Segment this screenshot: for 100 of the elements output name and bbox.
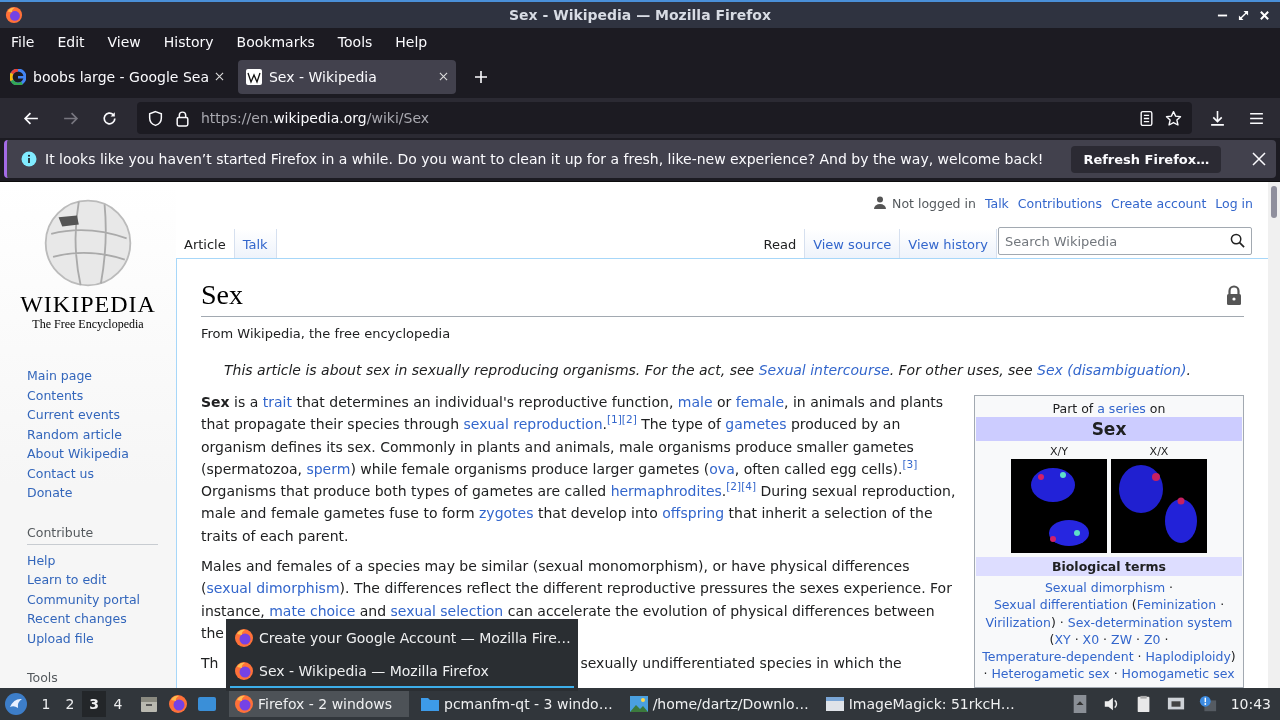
sidebar-link[interactable]: Donate <box>27 483 73 503</box>
lock-icon[interactable] <box>174 109 191 127</box>
taskbar-button[interactable]: pcmanfm-qt - 3 windo… <box>415 691 618 717</box>
infobox-title: Sex <box>976 417 1242 441</box>
firefox-icon <box>234 627 254 648</box>
address-bar[interactable]: https://en.wikipedia.org/wiki/Sex <box>137 102 1192 134</box>
bookmark-star-icon[interactable] <box>1165 109 1182 127</box>
lock-icon <box>1226 285 1242 305</box>
article-paragraph: Sex is a trait that determines an individual's reproductive function, male or female, in animals and plants that propagate their species through sexual reproduction.$^{[1]}$$^{[2]}$ The type of gametes produced by an organism defines its sex. Commonly in plants and animals, male organisms produce smaller gametes (spermatozoa, sperm) while female organisms produce larger gametes (ova, often called egg cells).$^{[3]}$ Organisms that produce both types of gametes are called hermaphrodites.$^{[2]}$$^{[4]}$ During sexual reproduction, male and female gametes fuse to form zygotes that develop into offspring that inherit a selection of the traits of each parent. <box>201 393 957 546</box>
sidebar-link[interactable]: Upload file <box>27 628 94 648</box>
infobox-link[interactable]: Sexual dimorphism <box>1044 580 1166 595</box>
article-link[interactable]: offspring <box>662 505 725 522</box>
article-link[interactable]: sexual selection <box>390 602 504 619</box>
firefox-icon <box>234 660 254 681</box>
menu-item[interactable]: Help <box>387 31 436 52</box>
article-link[interactable]: male <box>677 394 713 410</box>
page-tab[interactable]: Talk <box>234 229 277 259</box>
taskbar-button[interactable]: Firefox - 2 windows <box>229 691 409 717</box>
window-list-item[interactable]: Sex - Wikipedia — Mozilla Firefox <box>230 655 574 688</box>
workspace-button[interactable]: 1 <box>34 691 58 717</box>
browser-tab[interactable]: Sex - Wikipedia <box>238 59 456 94</box>
infobox-link[interactable]: Sex-determination system <box>1067 614 1233 630</box>
menu-item[interactable]: Tools <box>329 31 381 52</box>
taskbar-button[interactable]: /home/dartz/Downlo… <box>623 691 814 717</box>
article-link[interactable]: Sexual intercourse <box>758 362 890 378</box>
workspace-button[interactable]: 4 <box>106 691 130 717</box>
start-menu-icon[interactable] <box>4 692 28 716</box>
menu-item[interactable]: View <box>99 31 149 52</box>
article-link[interactable]: Sex (disambiguation) <box>1037 362 1187 378</box>
refresh-firefox-button[interactable]: Refresh Firefox… <box>1071 145 1222 173</box>
sidebar-link[interactable]: Community portal <box>27 589 141 609</box>
infobox-link[interactable]: Temperature-dependent <box>982 649 1134 665</box>
article-link[interactable]: mate choice <box>269 602 356 619</box>
sidebar-link[interactable]: About Wikipedia <box>27 444 129 464</box>
maximize-icon[interactable] <box>1238 9 1249 21</box>
infobox-link[interactable]: Sexual differentiation <box>993 597 1128 613</box>
sidebar-link[interactable]: Help <box>27 550 56 570</box>
firefox-icon <box>5 6 23 24</box>
article-link[interactable]: zygotes <box>479 505 534 522</box>
scrollbar-thumb[interactable] <box>1271 186 1277 218</box>
sidebar-link[interactable]: Current events <box>27 405 121 425</box>
user-link[interactable]: Create account <box>1111 195 1207 211</box>
infobox-link[interactable]: ZW <box>1111 631 1132 647</box>
new-tab-icon[interactable] <box>474 69 488 84</box>
infobox-link[interactable]: Feminization <box>1136 597 1217 613</box>
sidebar-link[interactable]: Learn to edit <box>27 570 107 590</box>
user-link[interactable]: Log in <box>1215 195 1253 211</box>
user-link[interactable]: Talk <box>984 195 1009 211</box>
reference-link[interactable]: [2] <box>726 480 742 493</box>
reference-link[interactable]: [2] <box>621 413 637 426</box>
workspace-button[interactable]: 2 <box>58 691 82 717</box>
reference-link[interactable]: [3] <box>902 458 918 471</box>
article-link[interactable]: ova <box>709 460 735 477</box>
shield-icon[interactable] <box>147 109 164 127</box>
menu-item[interactable]: Edit <box>49 31 93 52</box>
sidebar-link[interactable]: Recent changes <box>27 609 127 629</box>
search-icon[interactable] <box>1230 233 1245 248</box>
reference-link[interactable]: [4] <box>741 480 756 493</box>
menu-item[interactable]: File <box>3 31 43 52</box>
taskbar-button[interactable]: ImageMagick: 51rkcH… <box>819 691 1020 717</box>
sidebar-link[interactable]: Random article <box>27 424 122 444</box>
info-icon <box>21 151 37 167</box>
sidebar-link[interactable]: Contact us <box>27 463 95 483</box>
infobox-link[interactable]: Heterogametic sex <box>991 666 1110 682</box>
infobox-link[interactable]: a series <box>1097 401 1146 416</box>
article-link[interactable]: gametes <box>725 416 787 433</box>
article-link[interactable]: sexual reproduction <box>463 416 603 433</box>
workspace-button[interactable]: 3 <box>82 691 106 717</box>
infobox-link[interactable]: X0 <box>1082 631 1100 647</box>
article-link[interactable]: female <box>735 394 785 410</box>
firefox-icon[interactable] <box>168 694 188 714</box>
window-list-item[interactable]: Create your Google Account — Mozilla Fire… <box>230 622 574 655</box>
sidebar-link[interactable]: Contents <box>27 385 84 405</box>
search-field[interactable]: Search Wikipedia <box>998 227 1252 255</box>
article-link[interactable]: trait <box>262 394 292 410</box>
browser-tab[interactable]: boobs large - Google Sea <box>2 59 232 94</box>
menu-item[interactable]: History <box>155 31 222 52</box>
notification-icon[interactable] <box>1198 695 1217 713</box>
article-tagline: From Wikipedia, the free encyclopedia <box>201 326 452 341</box>
view-tab[interactable]: View source <box>805 229 901 259</box>
infobox-link[interactable]: Haplodiploidy <box>1145 649 1231 665</box>
infobox-link[interactable]: XY <box>1054 631 1071 647</box>
article-link[interactable]: sperm <box>306 460 351 477</box>
reader-view-icon[interactable] <box>1138 109 1155 127</box>
infobox-link[interactable]: Z0 <box>1143 631 1161 647</box>
image-icon <box>628 694 649 714</box>
sidebar-link[interactable]: Main page <box>27 366 93 386</box>
image-caption: X/Y <box>1050 445 1068 459</box>
view-tab[interactable]: View history <box>900 229 997 259</box>
window-icon[interactable] <box>197 694 217 714</box>
file-cabinet-icon[interactable] <box>139 694 159 714</box>
reference-link[interactable]: [1] <box>607 413 622 426</box>
article-link[interactable]: sexual dimorphism <box>206 580 340 597</box>
menu-item[interactable]: Bookmarks <box>228 31 323 52</box>
infobox-link[interactable]: Homogametic sex <box>1121 666 1235 682</box>
article-link[interactable]: hermaphrodites <box>610 483 722 500</box>
infobox-link[interactable]: Virilization <box>985 614 1051 630</box>
user-link[interactable]: Contributions <box>1017 195 1102 211</box>
close-icon[interactable] <box>439 72 448 81</box>
close-icon[interactable] <box>215 72 224 81</box>
